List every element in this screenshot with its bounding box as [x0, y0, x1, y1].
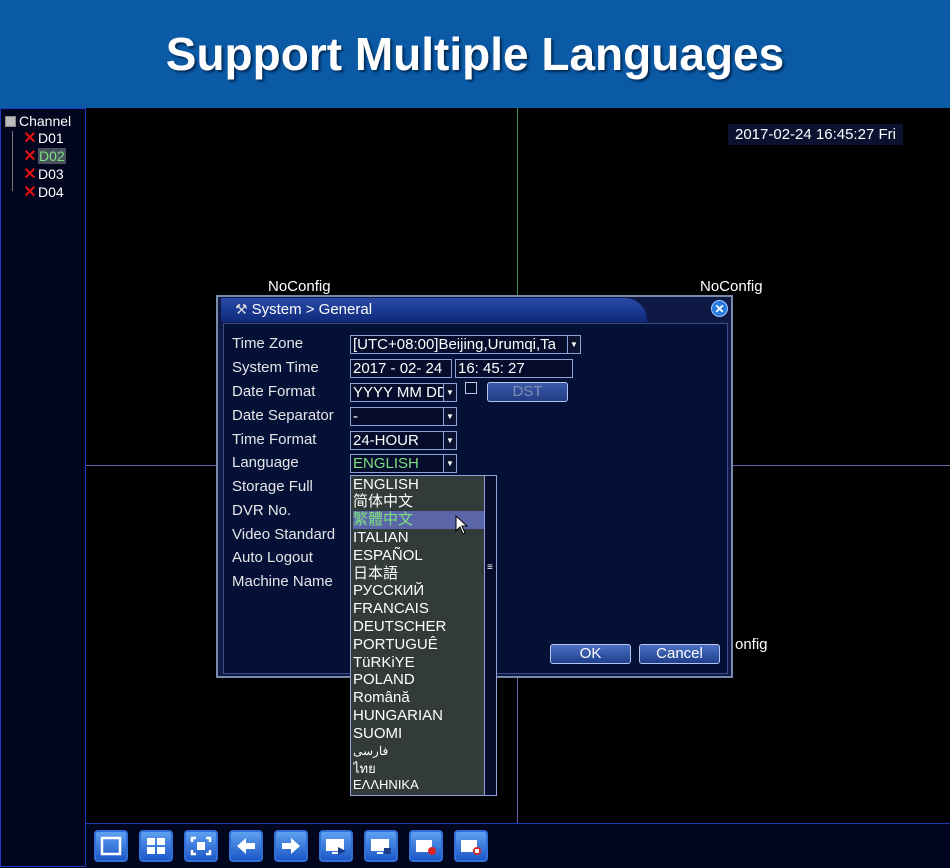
video-standard-label: Video Standard [232, 526, 336, 543]
ok-button[interactable]: OK [550, 644, 631, 664]
channel-item-d02[interactable]: ✕ D02 [23, 147, 66, 165]
disconnected-x-icon: ✕ [23, 147, 37, 165]
language-dropdown-list[interactable]: ENGLISH 简体中文 繁體中文 ITALIAN ESPAÑOL 日本語 РУ… [350, 475, 497, 796]
language-option[interactable]: ENGLISH [353, 476, 484, 494]
channel-status-text: NoConfig [700, 278, 763, 295]
dialog-title: System > General [251, 301, 373, 318]
quad-view-icon[interactable] [139, 830, 173, 862]
time-zone-value: [UTC+08:00]Beijing,Urumqi,Ta [353, 336, 557, 353]
language-option[interactable]: فارسی [353, 742, 484, 760]
chevron-down-icon: ▼ [443, 432, 456, 449]
mouse-cursor-icon [455, 515, 469, 535]
channel-status-text: NoConfig [268, 278, 331, 295]
language-label: Language [232, 454, 299, 471]
time-format-label: Time Format [232, 431, 317, 448]
tools-icon: ⚒ [235, 301, 248, 317]
language-option[interactable]: РУССКИЙ [353, 582, 484, 600]
time-format-select[interactable]: 24-HOUR ▼ [350, 431, 457, 450]
dvr-no-label: DVR No. [232, 502, 292, 519]
stop-record-icon[interactable] [454, 830, 488, 862]
next-icon[interactable] [274, 830, 308, 862]
language-option[interactable]: FRANCAIS [353, 600, 484, 618]
channel-item-label: D04 [38, 183, 64, 200]
header-banner: Support Multiple Languages [0, 0, 950, 108]
date-format-value: YYYY MM DD [353, 384, 448, 401]
channel-item-d01[interactable]: ✕ D01 [23, 129, 64, 147]
system-time-label: System Time [232, 359, 319, 376]
close-icon[interactable]: ✕ [711, 300, 728, 317]
auto-logout-label: Auto Logout [232, 549, 313, 566]
disconnected-x-icon: ✕ [23, 165, 37, 183]
time-zone-select[interactable]: [UTC+08:00]Beijing,Urumqi,Ta ▼ [350, 335, 581, 354]
channel-item-label: D03 [38, 165, 64, 182]
language-select[interactable]: ENGLISH ▼ [350, 454, 457, 473]
channel-item-label: D02 [38, 147, 66, 164]
dst-checkbox[interactable] [465, 382, 477, 394]
date-separator-select[interactable]: - ▼ [350, 407, 457, 426]
channel-tree-root[interactable]: Channel [5, 113, 71, 129]
time-zone-label: Time Zone [232, 335, 304, 352]
machine-name-label: Machine Name [232, 573, 333, 590]
time-format-value: 24-HOUR [353, 432, 419, 449]
chevron-down-icon: ▼ [443, 455, 456, 472]
previous-icon[interactable] [229, 830, 263, 862]
channel-item-d03[interactable]: ✕ D03 [23, 165, 64, 183]
channel-item-d04[interactable]: ✕ D04 [23, 183, 64, 201]
language-option[interactable]: POLAND [353, 671, 484, 689]
system-clock-field[interactable]: 16: 45: 27 [455, 359, 573, 378]
disconnected-x-icon: ✕ [23, 183, 37, 201]
date-format-select[interactable]: YYYY MM DD ▼ [350, 383, 457, 402]
channel-item-label: D01 [38, 129, 64, 146]
chevron-down-icon: ▼ [443, 408, 456, 425]
date-separator-label: Date Separator [232, 407, 334, 424]
channel-status-text: onfig [735, 636, 768, 653]
language-option[interactable]: HUNGARIAN [353, 707, 484, 725]
date-separator-value: - [353, 408, 358, 425]
language-option[interactable]: PORTUGUÊ [353, 636, 484, 654]
cancel-button[interactable]: Cancel [639, 644, 720, 664]
chevron-down-icon: ▼ [443, 384, 456, 401]
language-option[interactable]: Română [353, 689, 484, 707]
language-list-scrollbar[interactable]: ≡ [484, 476, 496, 795]
tree-connector [12, 131, 13, 191]
dialog-title-bar[interactable]: ⚒ System > General [221, 298, 647, 322]
playback-icon[interactable] [319, 830, 353, 862]
single-view-icon[interactable] [94, 830, 128, 862]
chevron-down-icon: ▼ [567, 336, 580, 353]
record-icon[interactable] [409, 830, 443, 862]
system-date-field[interactable]: 2017 - 02- 24 [350, 359, 452, 378]
language-option[interactable]: TüRKiYE [353, 654, 484, 672]
monitor-icon[interactable] [364, 830, 398, 862]
storage-full-label: Storage Full [232, 478, 313, 495]
scrollbar-grip-icon[interactable]: ≡ [487, 563, 495, 576]
banner-title: Support Multiple Languages [165, 28, 785, 80]
language-option[interactable]: SUOMI [353, 725, 484, 743]
language-value: ENGLISH [353, 455, 419, 472]
channel-sidebar: Channel ✕ D01 ✕ D02 ✕ D03 ✕ D04 [0, 108, 86, 867]
language-option[interactable]: 日本語 [353, 565, 484, 583]
language-option[interactable]: ESPAÑOL [353, 547, 484, 565]
date-format-label: Date Format [232, 383, 316, 400]
language-option[interactable]: DEUTSCHER [353, 618, 484, 636]
dst-button[interactable]: DST [487, 382, 568, 402]
folder-icon [5, 115, 16, 127]
osd-datetime: 2017-02-24 16:45:27 Fri [728, 124, 903, 145]
bottom-toolbar [86, 823, 950, 868]
fullscreen-icon[interactable] [184, 830, 218, 862]
disconnected-x-icon: ✕ [23, 129, 37, 147]
language-option[interactable]: ΕΛΛΗΝΙΚΑ [353, 776, 484, 794]
language-option[interactable]: 简体中文 [353, 493, 484, 511]
